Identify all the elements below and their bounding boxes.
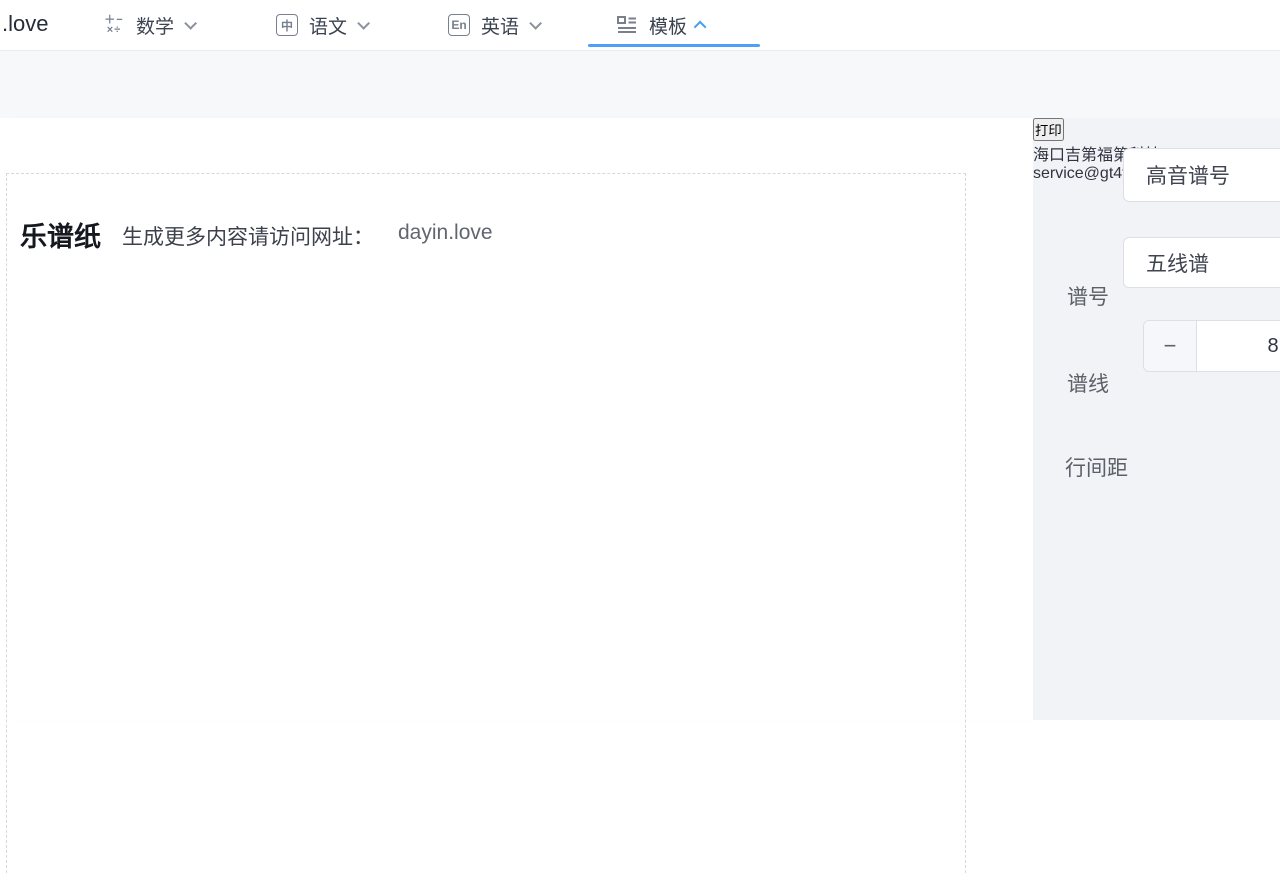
nav-item-math[interactable]: ＋−×÷ 数学	[102, 0, 193, 50]
chevron-down-icon	[357, 17, 370, 30]
nav-label-english: 英语	[481, 12, 519, 39]
chevron-up-icon	[694, 20, 707, 33]
clef-select[interactable]: 高音谱号	[1123, 148, 1280, 202]
nav-item-english[interactable]: En 英语	[447, 0, 538, 50]
nav-label-math: 数学	[136, 12, 174, 39]
settings-panel: 谱号 高音谱号 谱线 五线谱 行间距 − 8 打印 海口吉第福第科技 servi…	[1033, 118, 1280, 720]
staff-lines-select-value: 五线谱	[1146, 248, 1209, 278]
line-spacing-label: 行间距	[1065, 452, 1128, 482]
toolbar-band	[0, 51, 1280, 118]
english-icon: En	[448, 14, 470, 36]
clef-label: 谱号	[1067, 281, 1109, 311]
nav-item-template[interactable]: 模板	[615, 0, 706, 50]
print-button[interactable]: 打印	[1033, 118, 1064, 141]
line-spacing-stepper: − 8	[1143, 320, 1280, 372]
page-title: 乐谱纸	[20, 215, 101, 254]
nav-label-chinese: 语文	[309, 12, 347, 39]
math-icon: ＋−×÷	[102, 13, 126, 37]
paper-preview: 乐谱纸 生成更多内容请访问网址： dayin.love	[0, 118, 1033, 720]
nav-label-template: 模板	[649, 12, 687, 39]
template-icon	[615, 13, 639, 37]
site-url-text: dayin.love	[398, 221, 493, 245]
staff-lines-label: 谱线	[1067, 368, 1109, 398]
page-subtitle: 生成更多内容请访问网址：	[122, 221, 374, 251]
nav-item-chinese[interactable]: 中 语文	[275, 0, 366, 50]
chinese-icon: 中	[276, 14, 298, 36]
active-tab-underline	[588, 44, 760, 47]
chevron-down-icon	[184, 17, 197, 30]
line-spacing-value[interactable]: 8	[1197, 321, 1280, 371]
clef-select-value: 高音谱号	[1146, 160, 1230, 190]
staff-lines-select[interactable]: 五线谱	[1123, 237, 1280, 288]
site-logo[interactable]: .love	[2, 11, 48, 37]
decrease-button[interactable]: −	[1144, 321, 1197, 371]
chevron-down-icon	[529, 17, 542, 30]
top-nav-bar: .love ＋−×÷ 数学 中 语文 En 英语 模板	[0, 0, 1280, 51]
print-area-border	[6, 173, 966, 873]
